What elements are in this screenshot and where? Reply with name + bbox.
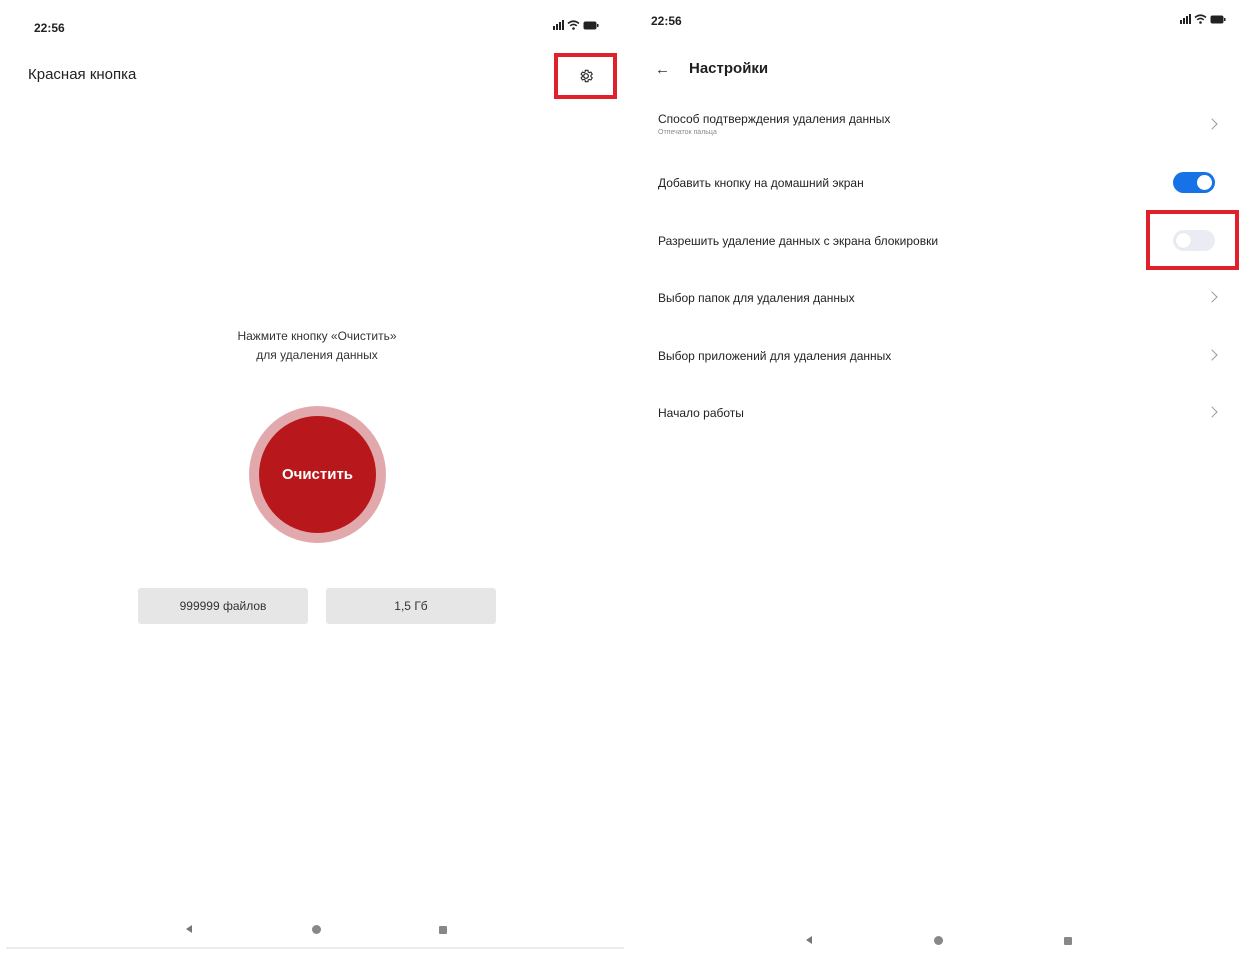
chevron-right-icon (1206, 349, 1218, 361)
nav-recents-icon (439, 926, 447, 934)
nav-back-icon (806, 936, 812, 944)
nav-home-button[interactable] (934, 936, 943, 945)
settings-item-lockscreen-deletion[interactable]: Разрешить удаление данных с экрана блоки… (658, 230, 1228, 252)
battery-icon (583, 21, 599, 29)
settings-item-label: Добавить кнопку на домашний экран (658, 176, 864, 190)
chevron-right-icon (1206, 406, 1218, 418)
size-chip: 1,5 Гб (326, 588, 496, 624)
signal-icon (1180, 14, 1191, 24)
nav-home-icon (312, 925, 321, 934)
settings-item-label: Выбор папок для удаления данных (658, 291, 855, 305)
status-icons (553, 20, 599, 30)
settings-title: Настройки (689, 60, 769, 77)
settings-item-label: Разрешить удаление данных с экрана блоки… (658, 234, 939, 248)
status-time-settings: 22:56 (651, 14, 682, 28)
settings-item-confirmation-method[interactable]: Способ подтверждения удаления данных Отп… (658, 108, 1228, 144)
status-icons-settings (1180, 14, 1226, 24)
hint-line-2: для удаления данных (256, 348, 378, 362)
settings-button[interactable] (576, 66, 596, 86)
toggle-knob (1197, 175, 1212, 190)
nav-recents-icon (1064, 937, 1072, 945)
chevron-right-icon (1206, 291, 1218, 303)
bottom-divider (6, 947, 624, 949)
settings-item-label: Выбор приложений для удаления данных (658, 349, 892, 363)
settings-item-sublabel: Отпечаток пальца (658, 129, 717, 136)
settings-item-label: Способ подтверждения удаления данных (658, 112, 891, 126)
nav-home-icon (934, 936, 943, 945)
signal-icon (553, 20, 564, 30)
hint-line-1: Нажмите кнопку «Очистить» (237, 329, 397, 343)
nav-back-icon (186, 925, 192, 933)
wifi-icon (1194, 14, 1207, 24)
nav-home-button[interactable] (312, 925, 321, 934)
nav-recents-button[interactable] (1064, 937, 1072, 945)
wifi-icon (567, 20, 580, 30)
nav-recents-button[interactable] (439, 926, 447, 934)
nav-back-button[interactable] (186, 925, 192, 933)
main-screen: 22:56 Красная кнопка Нажмите кнопку «Очи… (0, 0, 628, 954)
gear-icon (580, 69, 593, 83)
toggle-highlight-box (1146, 210, 1239, 270)
back-arrow-icon[interactable]: ← (655, 60, 675, 80)
status-time: 22:56 (34, 21, 65, 35)
settings-item-home-button[interactable]: Добавить кнопку на домашний экран (658, 172, 1228, 194)
settings-item-folders[interactable]: Выбор папок для удаления данных (658, 287, 1228, 309)
battery-icon (1210, 15, 1226, 23)
clear-button[interactable]: Очистить (259, 416, 376, 533)
app-title: Красная кнопка (28, 66, 137, 83)
settings-item-getting-started[interactable]: Начало работы (658, 402, 1228, 424)
home-button-toggle[interactable] (1173, 172, 1215, 193)
chevron-right-icon (1206, 118, 1218, 130)
nav-back-button[interactable] (806, 936, 812, 944)
clear-hint-text: Нажмите кнопку «Очистить» для удаления д… (167, 327, 467, 365)
settings-item-label: Начало работы (658, 406, 744, 420)
settings-item-apps[interactable]: Выбор приложений для удаления данных (658, 345, 1228, 367)
files-count-chip: 999999 файлов (138, 588, 308, 624)
